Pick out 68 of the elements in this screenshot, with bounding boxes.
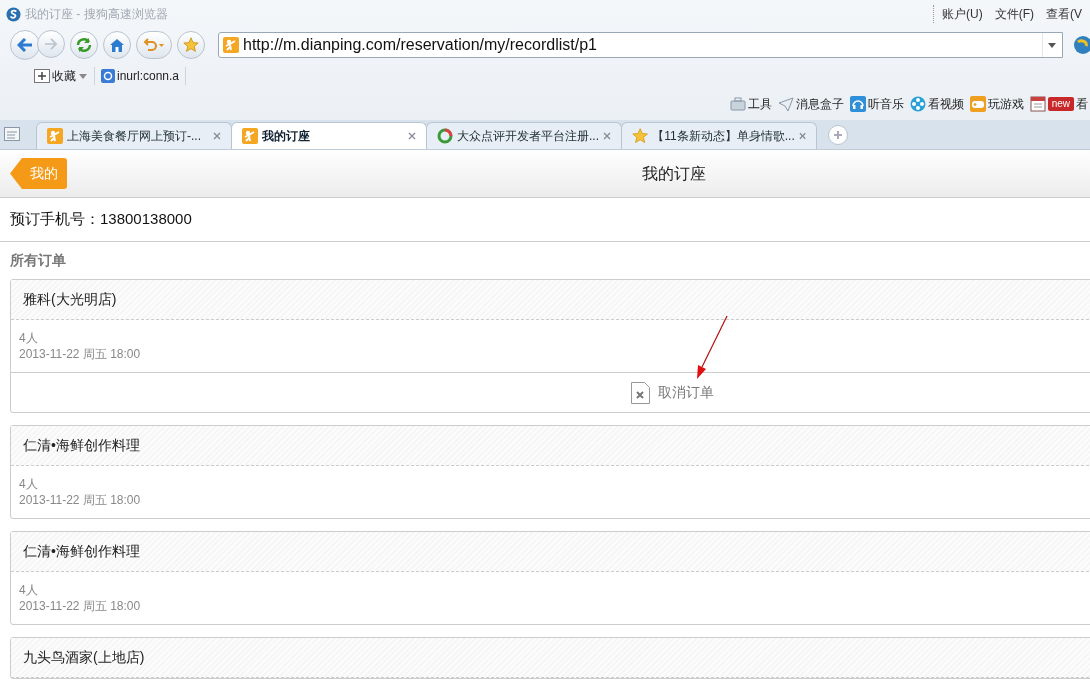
new-badge: new: [1047, 97, 1074, 111]
undo-button[interactable]: [136, 31, 172, 59]
close-icon[interactable]: [603, 132, 611, 140]
star-icon: [183, 37, 199, 53]
new-tab-button[interactable]: [828, 125, 848, 145]
toolbar-item[interactable]: 消息盒子: [777, 95, 844, 113]
menu-item[interactable]: 账户(U): [942, 5, 983, 23]
calendar-icon: [1029, 96, 1046, 112]
close-icon[interactable]: [798, 132, 806, 140]
figure-logo-icon: [242, 128, 258, 144]
plus-icon: [833, 130, 843, 140]
menu-item[interactable]: 文件(F): [994, 5, 1034, 23]
home-button[interactable]: [103, 31, 131, 59]
browser-tab[interactable]: 【11条新动态】单身情歌...: [621, 122, 817, 149]
restaurant-name[interactable]: 仁清•海鲜创作料理: [23, 541, 140, 562]
restaurant-name[interactable]: 九头鸟酒家(上地店): [23, 647, 145, 668]
page-title: 我的订座: [642, 163, 706, 184]
favorite-button[interactable]: [177, 31, 205, 59]
party-size: 4人: [19, 476, 39, 492]
toolbar-item[interactable]: 看视频: [909, 95, 964, 113]
toolbar-item[interactable]: new 看: [1029, 95, 1088, 113]
back-arrow-icon: [17, 38, 33, 52]
window-title: 我的订座 - 搜狗高速浏览器: [25, 6, 168, 23]
restaurant-name[interactable]: 雅科(大光明店): [23, 289, 117, 310]
section-heading: 所有订单: [10, 251, 67, 270]
paper-plane-icon: [777, 96, 794, 112]
toolbar-item[interactable]: 听音乐: [849, 95, 904, 113]
browser-tab[interactable]: 大众点评开发者平台注册...: [426, 122, 622, 149]
undo-icon: [142, 38, 166, 52]
sidebar-icon[interactable]: [4, 127, 20, 141]
gamepad-icon: [969, 96, 986, 112]
toolbox-icon: [729, 96, 746, 112]
home-icon: [109, 37, 125, 53]
browser-tab[interactable]: 上海美食餐厅网上预订-...: [36, 122, 232, 149]
phone-number: 13800138000: [100, 209, 192, 230]
toolbar-item[interactable]: 工具: [729, 95, 772, 113]
browser-logo-icon: [6, 6, 21, 22]
party-size: 4人: [19, 330, 39, 346]
figure-logo-icon: [47, 128, 63, 144]
cancel-document-icon: [631, 381, 650, 404]
refresh-icon: [75, 36, 93, 54]
party-size: 4人: [19, 582, 39, 598]
close-icon[interactable]: [408, 132, 416, 140]
bookmark-item[interactable]: inurl:conn.a: [101, 67, 187, 85]
headphones-icon: [849, 96, 866, 112]
phone-label: 预订手机号：: [10, 209, 100, 230]
plus-folder-icon: [34, 69, 50, 83]
restaurant-name[interactable]: 仁清•海鲜创作料理: [23, 435, 140, 456]
bookmark-item[interactable]: 收藏: [34, 67, 95, 85]
address-bar[interactable]: http://m.dianping.com/reservation/my/recordlist/p1: [218, 32, 1063, 58]
search-logo-icon: [101, 69, 115, 83]
forward-arrow-icon: [44, 38, 58, 50]
reservation-time: 2013-11-22 周五 18:00: [19, 598, 142, 614]
film-reel-icon: [909, 96, 926, 112]
menu-item[interactable]: 查看(V: [1046, 5, 1082, 23]
reservation-time: 2013-11-22 周五 18:00: [19, 492, 142, 508]
url-text: http://m.dianping.com/reservation/my/recordlist/p1: [243, 35, 597, 55]
cancel-order-button[interactable]: 取消订单: [631, 381, 714, 404]
refresh-button[interactable]: [70, 31, 98, 59]
back-button[interactable]: [10, 30, 40, 60]
reservation-time: 2013-11-22 周五 18:00: [19, 346, 142, 362]
figure-logo-icon: [223, 37, 239, 53]
caret-icon: [78, 72, 88, 80]
star-icon: [632, 127, 649, 145]
toolbar-item[interactable]: 玩游戏: [969, 95, 1024, 113]
ring-logo-icon: [437, 128, 453, 144]
close-icon[interactable]: [213, 132, 221, 140]
browser-tab[interactable]: 我的订座: [231, 122, 427, 149]
